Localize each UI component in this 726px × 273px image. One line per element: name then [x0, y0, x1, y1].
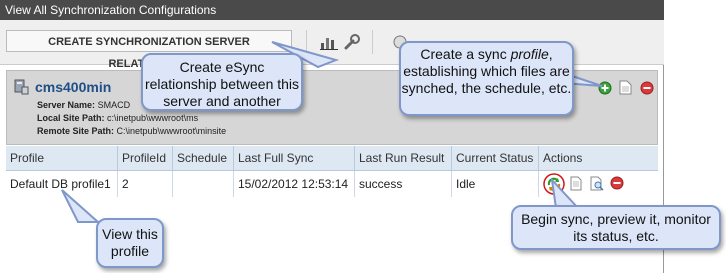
- window-title: View All Synchronization Configurations: [0, 0, 664, 20]
- callout-text: Create a sync: [420, 46, 511, 62]
- document-icon[interactable]: [619, 80, 632, 95]
- local-path-value: c:\inetpub\wwwroot\ms: [107, 113, 199, 123]
- callout-create-esync: Create eSync relationship between this s…: [141, 53, 303, 111]
- remote-path-row: Remote Site Path: C:\inetpub\wwwroot\min…: [37, 126, 226, 136]
- server-icon: [14, 79, 29, 95]
- local-path-row: Local Site Path: c:\inetpub\wwwroot\ms: [37, 113, 198, 123]
- server-name-value: SMACD: [97, 100, 131, 110]
- column-header-schedule: Schedule: [172, 146, 234, 171]
- server-name-label: Server Name:: [37, 100, 96, 110]
- callout-pointer: [61, 189, 101, 223]
- column-header-profile: Profile: [6, 146, 118, 171]
- column-header-profile-id: ProfileId: [117, 146, 173, 171]
- column-header-last-run-result: Last Run Result: [354, 146, 452, 171]
- remote-path-value: C:\inetpub\wwwroot\minsite: [116, 126, 227, 136]
- preview-icon[interactable]: [590, 176, 604, 191]
- callout-emphasis: profile: [510, 46, 549, 62]
- current-status-cell: Idle: [451, 170, 539, 197]
- callout-begin-sync: Begin sync, preview it, monitor its stat…: [511, 205, 721, 250]
- wrench-icon[interactable]: [343, 34, 361, 50]
- delete-profile-icon[interactable]: [610, 176, 624, 190]
- create-sync-relationship-button[interactable]: CREATE SYNCHRONIZATION SERVER RELATIONSH…: [6, 30, 292, 70]
- column-header-actions: Actions: [538, 146, 658, 171]
- callout-create-profile: Create a sync profile, establishing whic…: [399, 41, 574, 116]
- toolbar-divider: [372, 30, 373, 54]
- server-name-title[interactable]: cms400min: [35, 79, 111, 95]
- callout-view-profile: View this profile: [96, 218, 164, 268]
- profile-id-cell: 2: [117, 170, 173, 197]
- column-header-current-status: Current Status: [451, 146, 539, 171]
- server-name-row: Server Name: SMACD: [37, 100, 130, 110]
- local-path-label: Local Site Path:: [37, 113, 105, 123]
- last-run-result-cell: success: [354, 170, 452, 197]
- remote-path-label: Remote Site Path:: [37, 126, 115, 136]
- delete-icon[interactable]: [640, 81, 654, 95]
- schedule-cell: [172, 170, 234, 197]
- last-full-sync-cell: 15/02/2012 12:53:14: [233, 170, 355, 197]
- table-header-row: Profile ProfileId Schedule Last Full Syn…: [6, 146, 658, 171]
- column-header-last-full-sync: Last Full Sync: [233, 146, 355, 171]
